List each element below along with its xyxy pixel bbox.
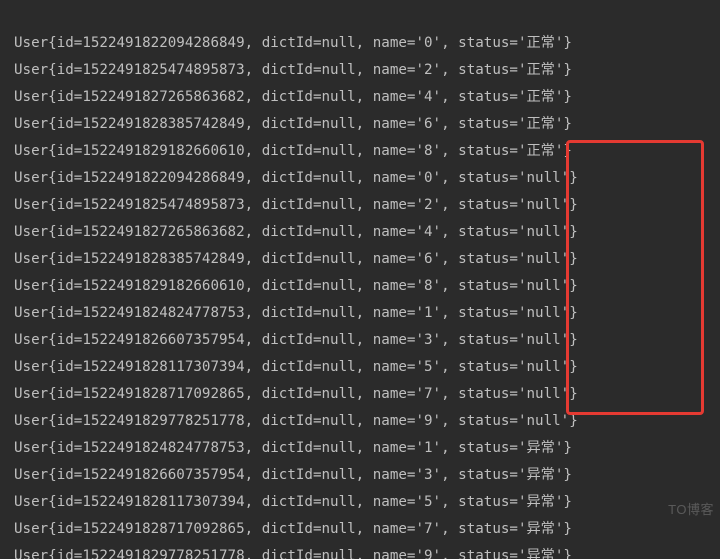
log-lines: User{id=1522491822094286849, dictId=null… <box>14 30 720 559</box>
log-line: User{id=1522491828717092865, dictId=null… <box>14 516 720 543</box>
log-line: User{id=1522491824824778753, dictId=null… <box>14 435 720 462</box>
log-line: User{id=1522491828385742849, dictId=null… <box>14 246 720 273</box>
log-line: User{id=1522491828117307394, dictId=null… <box>14 354 720 381</box>
log-line: User{id=1522491822094286849, dictId=null… <box>14 165 720 192</box>
log-line: User{id=1522491826607357954, dictId=null… <box>14 327 720 354</box>
log-line: User{id=1522491822094286849, dictId=null… <box>14 30 720 57</box>
log-line: User{id=1522491826607357954, dictId=null… <box>14 462 720 489</box>
log-line: User{id=1522491828117307394, dictId=null… <box>14 489 720 516</box>
log-line: User{id=1522491825474895873, dictId=null… <box>14 192 720 219</box>
log-line: User{id=1522491828717092865, dictId=null… <box>14 381 720 408</box>
log-line: User{id=1522491825474895873, dictId=null… <box>14 57 720 84</box>
log-line: User{id=1522491829778251778, dictId=null… <box>14 408 720 435</box>
console-output: User{id=1522491822094286849, dictId=null… <box>0 0 720 559</box>
log-line: User{id=1522491828385742849, dictId=null… <box>14 111 720 138</box>
log-line: User{id=1522491829182660610, dictId=null… <box>14 273 720 300</box>
log-line: User{id=1522491829182660610, dictId=null… <box>14 138 720 165</box>
log-line: User{id=1522491827265863682, dictId=null… <box>14 219 720 246</box>
log-line: User{id=1522491829778251778, dictId=null… <box>14 543 720 559</box>
log-line: User{id=1522491827265863682, dictId=null… <box>14 84 720 111</box>
log-line: User{id=1522491824824778753, dictId=null… <box>14 300 720 327</box>
